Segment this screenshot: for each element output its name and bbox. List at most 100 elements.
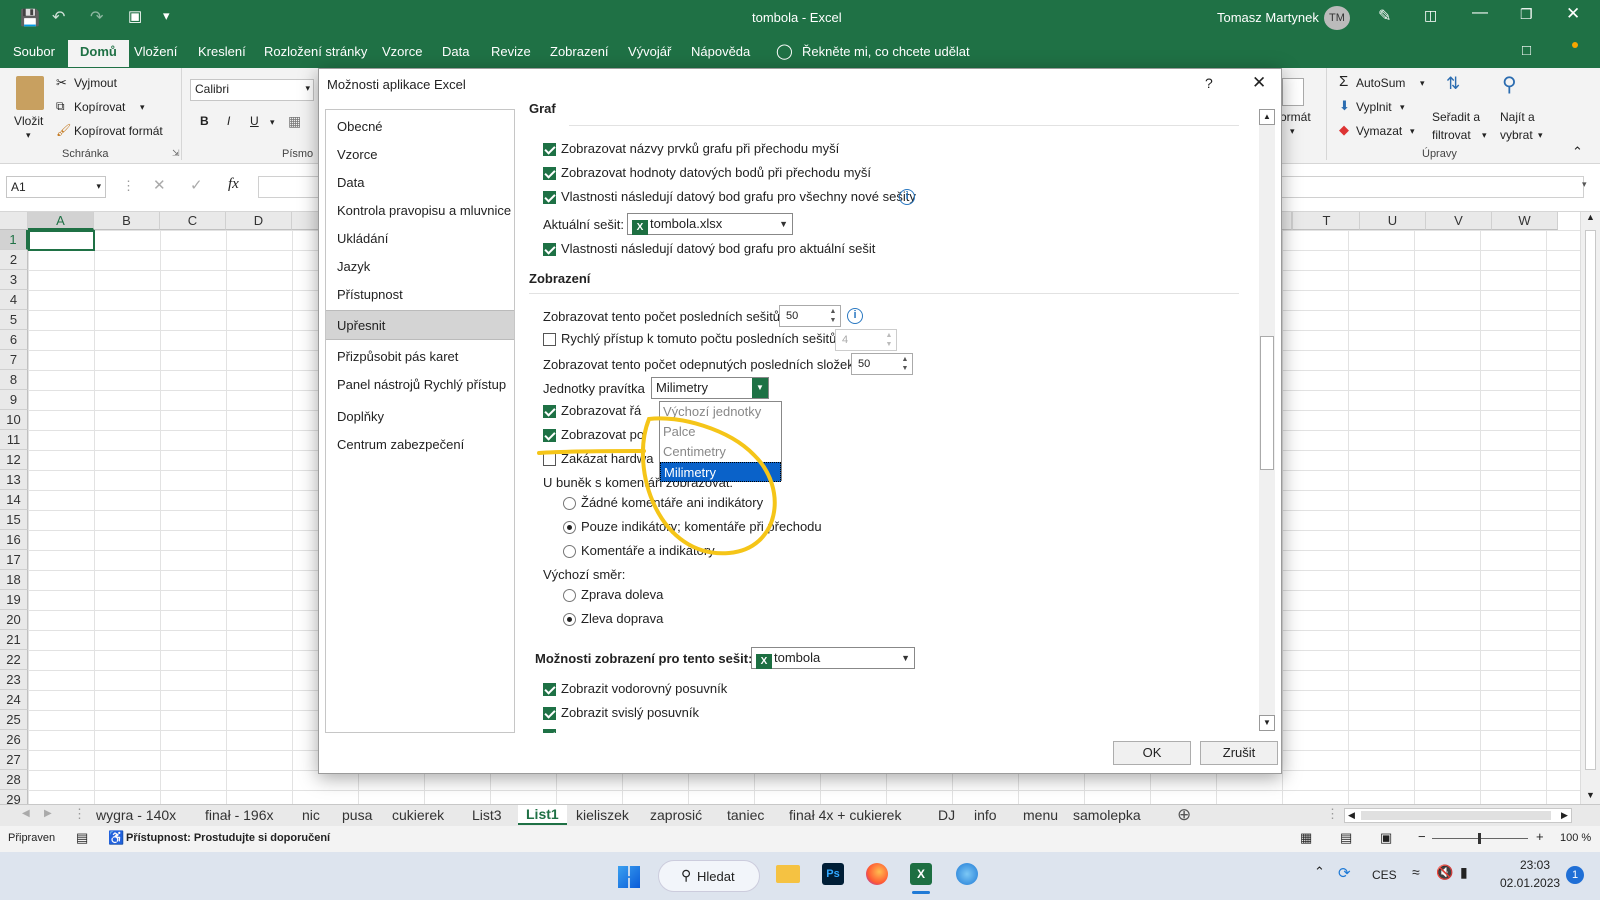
sort-filter-button[interactable]: Seřadit a	[1432, 110, 1480, 124]
accessibility-icon[interactable]: ♿	[108, 830, 124, 846]
tab-file[interactable]: Soubor	[13, 44, 55, 59]
name-box[interactable]: A1 ▾	[6, 176, 106, 198]
sheet-tab[interactable]: menu	[1023, 807, 1058, 823]
tab-developer[interactable]: Vývojář	[628, 44, 671, 59]
active-cell[interactable]	[28, 230, 95, 251]
bold-button[interactable]: B	[200, 114, 209, 128]
ok-button[interactable]: OK	[1113, 741, 1191, 765]
fill-dropdown-icon[interactable]: ▾	[1400, 102, 1405, 113]
row-header[interactable]: 6	[0, 330, 28, 350]
tab-insert[interactable]: Vložení	[134, 44, 177, 59]
radio-left-to-right[interactable]	[563, 613, 576, 626]
scroll-thumb[interactable]	[1260, 336, 1274, 470]
clear-button[interactable]: Vymazat	[1356, 124, 1402, 138]
sheet-tab[interactable]: samolepka	[1073, 807, 1141, 823]
italic-button[interactable]: I	[227, 114, 230, 128]
spinner-arrows-icon[interactable]: ▲ ▼	[899, 355, 911, 373]
cancel-entry-icon[interactable]: ✕	[153, 176, 166, 194]
nav-item[interactable]: Vzorce	[326, 140, 514, 170]
tab-draw[interactable]: Kreslení	[198, 44, 246, 59]
scroll-right-icon[interactable]: ▶	[1561, 810, 1568, 821]
nav-item[interactable]: Obecné	[326, 112, 514, 142]
redo-icon[interactable]: ↷	[90, 7, 103, 27]
clock-date[interactable]: 02.01.2023	[1500, 876, 1560, 890]
row-header[interactable]: 5	[0, 310, 28, 330]
nav-item[interactable]: Přizpůsobit pás karet	[326, 342, 514, 372]
info-icon[interactable]: i	[847, 308, 863, 324]
nav-item[interactable]: Upřesnit	[326, 310, 514, 340]
paste-button[interactable]: Vložit	[14, 114, 43, 128]
user-name[interactable]: Tomasz Martynek	[1217, 10, 1319, 25]
format-icon[interactable]	[1282, 78, 1304, 106]
tab-data[interactable]: Data	[442, 44, 469, 59]
sheet-tab[interactable]: cukierek	[392, 807, 444, 823]
pen-icon[interactable]: ✎	[1378, 6, 1391, 26]
excel-icon[interactable]: X	[902, 859, 940, 894]
row-header[interactable]: 12	[0, 450, 28, 470]
info-icon[interactable]: i	[899, 189, 915, 205]
row-header[interactable]: 28	[0, 770, 28, 790]
zoom-out-icon[interactable]: −	[1418, 829, 1426, 844]
row-header[interactable]: 2	[0, 250, 28, 270]
accessibility-status[interactable]: Přístupnost: Prostudujte si doporučení	[126, 832, 330, 844]
macro-record-icon[interactable]: ▤	[76, 830, 88, 846]
row-header[interactable]: 4	[0, 290, 28, 310]
language-indicator[interactable]: CES	[1372, 868, 1397, 882]
row-header[interactable]: 18	[0, 570, 28, 590]
recent-workbooks-spinner[interactable]: 50 ▲ ▼	[779, 305, 841, 327]
row-header[interactable]: 14	[0, 490, 28, 510]
checkbox-quick-access[interactable]	[543, 333, 556, 346]
tab-view[interactable]: Zobrazení	[550, 44, 609, 59]
format-painter-button[interactable]: Kopírovat formát	[74, 124, 163, 138]
nav-item[interactable]: Ukládání	[326, 224, 514, 254]
cut-button[interactable]: Vyjmout	[74, 76, 117, 90]
row-header[interactable]: 8	[0, 370, 28, 390]
find-dropdown-icon[interactable]: ▾	[1538, 130, 1543, 141]
row-header[interactable]: 20	[0, 610, 28, 630]
sheet-tab[interactable]: finał 4x + cukierek	[789, 807, 901, 823]
tell-me-input[interactable]: Řekněte mi, co chcete udělat	[802, 44, 970, 59]
sync-icon[interactable]: ⟳	[1338, 864, 1351, 882]
row-header[interactable]: 11	[0, 430, 28, 450]
taskbar-search[interactable]: ⚲ Hledat	[658, 860, 760, 892]
nav-item[interactable]: Jazyk	[326, 252, 514, 282]
windows-start-icon[interactable]	[618, 866, 640, 888]
cancel-button[interactable]: Zrušit	[1200, 741, 1278, 765]
ribbon-display-icon[interactable]: ◫	[1424, 7, 1437, 24]
row-header[interactable]: 29	[0, 790, 28, 804]
select-current-workbook[interactable]: Xtombola.xlsx ▼	[627, 213, 793, 235]
enter-entry-icon[interactable]: ✓	[190, 176, 203, 194]
scroll-up-icon[interactable]: ▲	[1259, 109, 1275, 125]
row-header[interactable]: 3	[0, 270, 28, 290]
scroll-left-icon[interactable]: ◀	[1348, 810, 1355, 821]
zoom-level[interactable]: 100 %	[1560, 832, 1591, 844]
scroll-thumb[interactable]	[1361, 811, 1551, 820]
volume-muted-icon[interactable]: 🔇	[1436, 864, 1453, 881]
minimize-icon[interactable]: —	[1472, 4, 1488, 22]
row-header[interactable]: 15	[0, 510, 28, 530]
add-sheet-icon[interactable]: ⊕	[1177, 805, 1191, 825]
column-header[interactable]: C	[160, 212, 226, 230]
tab-review[interactable]: Revize	[491, 44, 531, 59]
paste-icon[interactable]	[16, 76, 44, 110]
row-header[interactable]: 23	[0, 670, 28, 690]
options-scrollbar[interactable]: ▲ ▼	[1259, 109, 1275, 731]
row-header[interactable]: 9	[0, 390, 28, 410]
zoom-in-icon[interactable]: +	[1536, 829, 1544, 844]
column-header[interactable]: A	[28, 212, 94, 230]
row-header[interactable]: 26	[0, 730, 28, 750]
row-header[interactable]: 10	[0, 410, 28, 430]
clock-time[interactable]: 23:03	[1520, 858, 1550, 872]
format-dropdown-icon[interactable]: ▾	[1290, 126, 1295, 137]
row-header[interactable]: 19	[0, 590, 28, 610]
sheet-tab[interactable]: finał - 196x	[205, 807, 273, 823]
nav-item[interactable]: Centrum zabezpečení	[326, 430, 514, 460]
firefox-icon[interactable]	[858, 859, 896, 893]
underline-button[interactable]: U	[250, 114, 259, 128]
checkbox-partial[interactable]	[543, 729, 556, 733]
column-header[interactable]: T	[1294, 212, 1360, 230]
globe-app-icon[interactable]	[948, 859, 986, 893]
tab-home[interactable]: Domů	[68, 40, 129, 67]
next-sheet-icon[interactable]: ▶	[44, 808, 52, 819]
column-header[interactable]: U	[1360, 212, 1426, 230]
